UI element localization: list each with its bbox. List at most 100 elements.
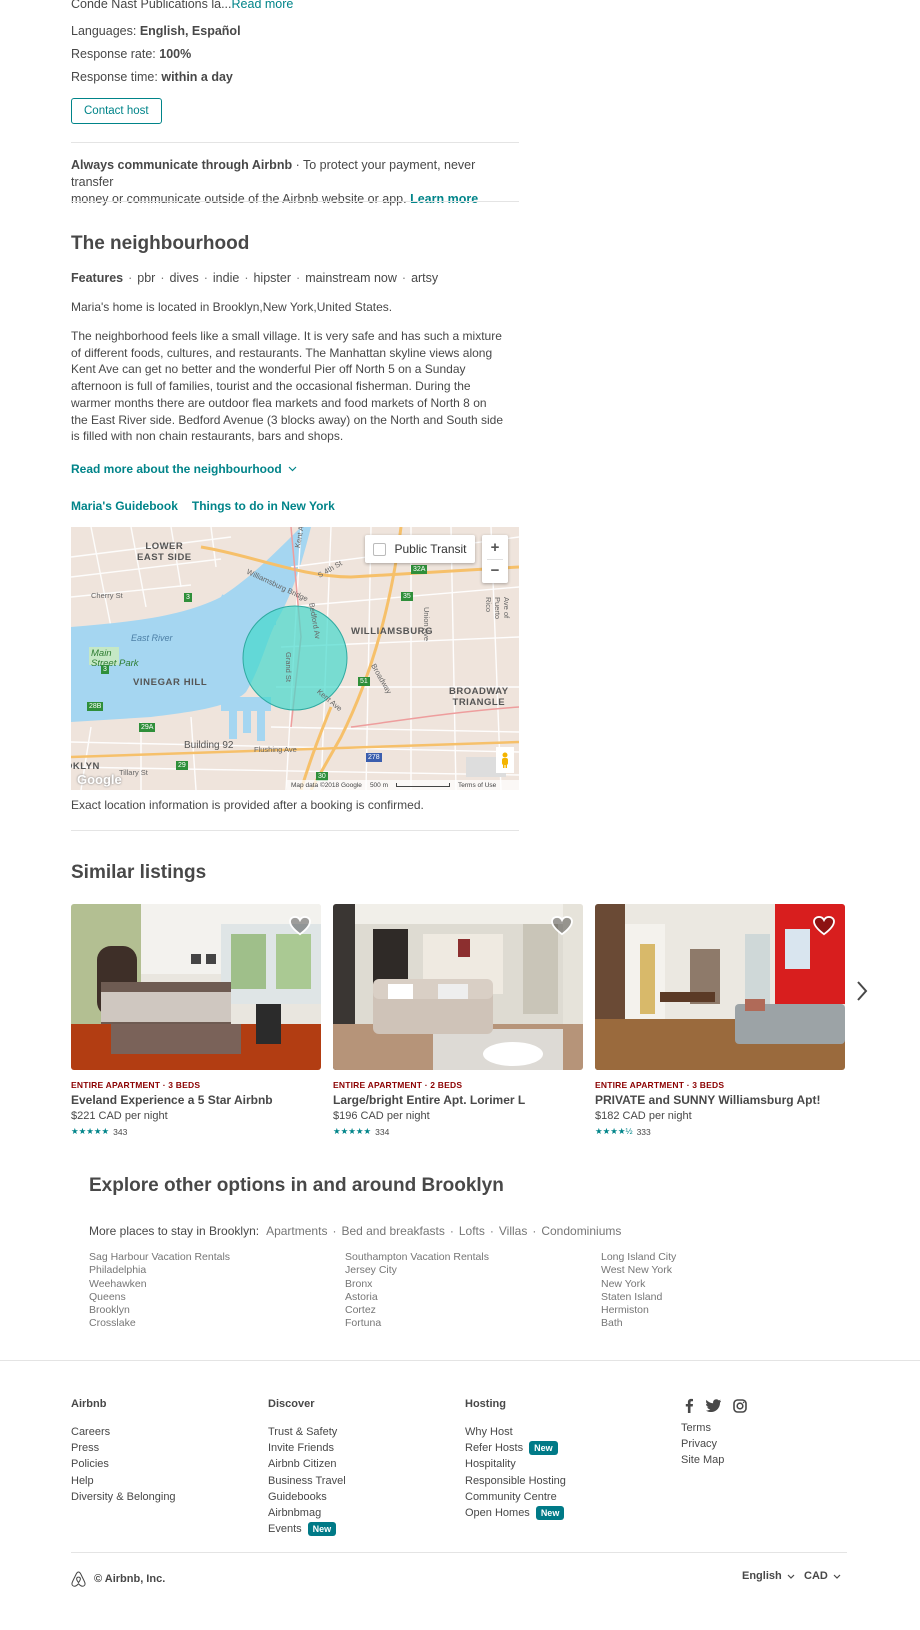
destination-link[interactable]: Bronx <box>345 1278 489 1291</box>
star-rating-icon: ★★★★½ <box>595 1126 633 1136</box>
facebook-icon[interactable] <box>684 1398 694 1413</box>
destination-link[interactable]: Jersey City <box>345 1264 489 1277</box>
checkbox[interactable] <box>373 542 387 556</box>
footer-link[interactable]: Careers <box>71 1424 176 1440</box>
destination-link[interactable]: Crosslake <box>89 1317 230 1330</box>
footer-link[interactable]: Community Centre <box>465 1489 566 1505</box>
notice-line2: money or communicate outside of the Airb… <box>71 192 407 206</box>
read-more-neighbourhood[interactable]: Read more about the neighbourhood <box>71 462 297 476</box>
destination-link[interactable]: Hermiston <box>601 1304 676 1317</box>
footer-link[interactable]: Privacy <box>681 1436 724 1452</box>
zoom-in-button[interactable]: + <box>491 537 500 559</box>
listing-price: $196 CAD per night <box>333 1110 583 1122</box>
street-view-pegman-icon[interactable] <box>496 747 514 773</box>
footer-link[interactable]: Policies <box>71 1456 176 1472</box>
footer-link-events[interactable]: Events New <box>268 1521 346 1537</box>
footer-link-label[interactable]: Refer Hosts <box>465 1440 523 1456</box>
destination-link[interactable]: West New York <box>601 1264 676 1277</box>
destination-link[interactable]: New York <box>601 1278 676 1291</box>
footer-link[interactable]: Terms <box>681 1420 724 1436</box>
place-type-link[interactable]: Villas <box>499 1224 527 1238</box>
listing-name[interactable]: Large/bright Entire Apt. Lorimer L <box>333 1093 583 1107</box>
map-scale-bar <box>396 783 451 787</box>
description-line: warmer months there are outdoor flea mar… <box>71 395 487 410</box>
footer-airbnb-column: Airbnb Careers Press Policies Help Diver… <box>71 1398 176 1505</box>
instagram-icon[interactable] <box>733 1398 747 1413</box>
footer-link[interactable]: Airbnbmag <box>268 1505 346 1521</box>
neighbourhood-title: The neighbourhood <box>71 233 250 254</box>
things-to-do-link[interactable]: Things to do in New York <box>192 499 335 513</box>
feature-tag[interactable]: hipster <box>253 271 291 285</box>
destination-link[interactable]: Queens <box>89 1291 230 1304</box>
place-type-link[interactable]: Apartments <box>266 1224 327 1238</box>
heart-icon[interactable] <box>551 916 573 936</box>
heart-icon[interactable] <box>813 916 835 936</box>
destination-link[interactable]: Philadelphia <box>89 1264 230 1277</box>
map-terms-link[interactable]: Terms of Use <box>458 782 496 789</box>
chevron-right-icon[interactable] <box>855 980 869 1002</box>
footer-link[interactable]: Airbnb Citizen <box>268 1456 346 1472</box>
destination-link[interactable]: Cortez <box>345 1304 489 1317</box>
feature-tag[interactable]: pbr <box>137 271 155 285</box>
listing-card[interactable]: ENTIRE APARTMENT · 3 BEDS PRIVATE and SU… <box>595 904 845 1137</box>
heart-icon[interactable] <box>289 916 311 936</box>
footer-link[interactable]: Business Travel <box>268 1473 346 1489</box>
airbnb-logo-icon[interactable] <box>71 1571 86 1587</box>
language-selector[interactable]: English <box>742 1570 795 1582</box>
listing-name[interactable]: PRIVATE and SUNNY Williamsburg Apt! <box>595 1093 845 1107</box>
contact-host-button[interactable]: Contact host <box>71 98 162 124</box>
listing-name[interactable]: Eveland Experience a 5 Star Airbnb <box>71 1093 321 1107</box>
destination-link[interactable]: Staten Island <box>601 1291 676 1304</box>
host-read-more-link[interactable]: Read more <box>232 0 294 11</box>
footer-link-open-homes[interactable]: Open Homes New <box>465 1505 566 1521</box>
feature-tag[interactable]: indie <box>213 271 239 285</box>
feature-tag[interactable]: dives <box>170 271 199 285</box>
footer-link[interactable]: Responsible Hosting <box>465 1473 566 1489</box>
footer-link[interactable]: Why Host <box>465 1424 566 1440</box>
guidebook-link[interactable]: Maria's Guidebook <box>71 499 178 513</box>
place-type-link[interactable]: Lofts <box>459 1224 485 1238</box>
listing-photo[interactable] <box>71 904 321 1070</box>
explore-column: Long Island City West New York New York … <box>601 1251 676 1331</box>
destination-link[interactable]: Bath <box>601 1317 676 1330</box>
footer-link[interactable]: Guidebooks <box>268 1489 346 1505</box>
listing-rating: ★★★★½ 333 <box>595 1126 845 1137</box>
separator: · <box>489 1224 494 1238</box>
footer-link[interactable]: Site Map <box>681 1452 724 1468</box>
destination-link[interactable]: Fortuna <box>345 1317 489 1330</box>
listing-card[interactable]: ENTIRE APARTMENT · 3 BEDS Eveland Experi… <box>71 904 321 1137</box>
neighbourhood-map[interactable]: LOWER EAST SIDE WILLIAMSBURG VINEGAR HIL… <box>71 527 519 790</box>
footer-link[interactable]: Help <box>71 1473 176 1489</box>
listing-photo[interactable] <box>595 904 845 1070</box>
feature-tag[interactable]: artsy <box>411 271 438 285</box>
place-type-link[interactable]: Bed and breakfasts <box>341 1224 444 1238</box>
destination-link[interactable]: Brooklyn <box>89 1304 230 1317</box>
destination-link[interactable]: Weehawken <box>89 1278 230 1291</box>
explore-title: Explore other options in and around Broo… <box>89 1175 504 1196</box>
place-type-link[interactable]: Condominiums <box>541 1224 621 1238</box>
footer-link[interactable]: Trust & Safety <box>268 1424 346 1440</box>
destination-link[interactable]: Astoria <box>345 1291 489 1304</box>
footer-link-label[interactable]: Open Homes <box>465 1505 530 1521</box>
feature-tag[interactable]: mainstream now <box>305 271 397 285</box>
map-label: Ave of Puerto Rico <box>484 597 511 620</box>
twitter-icon[interactable] <box>706 1399 721 1412</box>
listing-card[interactable]: ENTIRE APARTMENT · 2 BEDS Large/bright E… <box>333 904 583 1137</box>
destination-link[interactable]: Long Island City <box>601 1251 676 1264</box>
learn-more-link[interactable]: Learn more <box>410 192 478 206</box>
zoom-out-button[interactable]: − <box>491 560 500 582</box>
listing-photo[interactable] <box>333 904 583 1070</box>
footer-link[interactable]: Diversity & Belonging <box>71 1489 176 1505</box>
map-label: VINEGAR HILL <box>133 677 208 688</box>
footer-link[interactable]: Invite Friends <box>268 1440 346 1456</box>
footer-link[interactable]: Hospitality <box>465 1456 566 1472</box>
destination-link[interactable]: Sag Harbour Vacation Rentals <box>89 1251 230 1264</box>
footer-link-refer-hosts[interactable]: Refer Hosts New <box>465 1440 566 1456</box>
public-transit-toggle[interactable]: Public Transit <box>365 535 475 563</box>
footer-link-label[interactable]: Events <box>268 1521 302 1537</box>
destination-link[interactable]: Southampton Vacation Rentals <box>345 1251 489 1264</box>
footer-link[interactable]: Press <box>71 1440 176 1456</box>
currency-selector[interactable]: CAD <box>804 1570 841 1582</box>
read-more-neighbourhood-label[interactable]: Read more about the neighbourhood <box>71 462 282 476</box>
route-shield: 3 <box>101 665 109 674</box>
